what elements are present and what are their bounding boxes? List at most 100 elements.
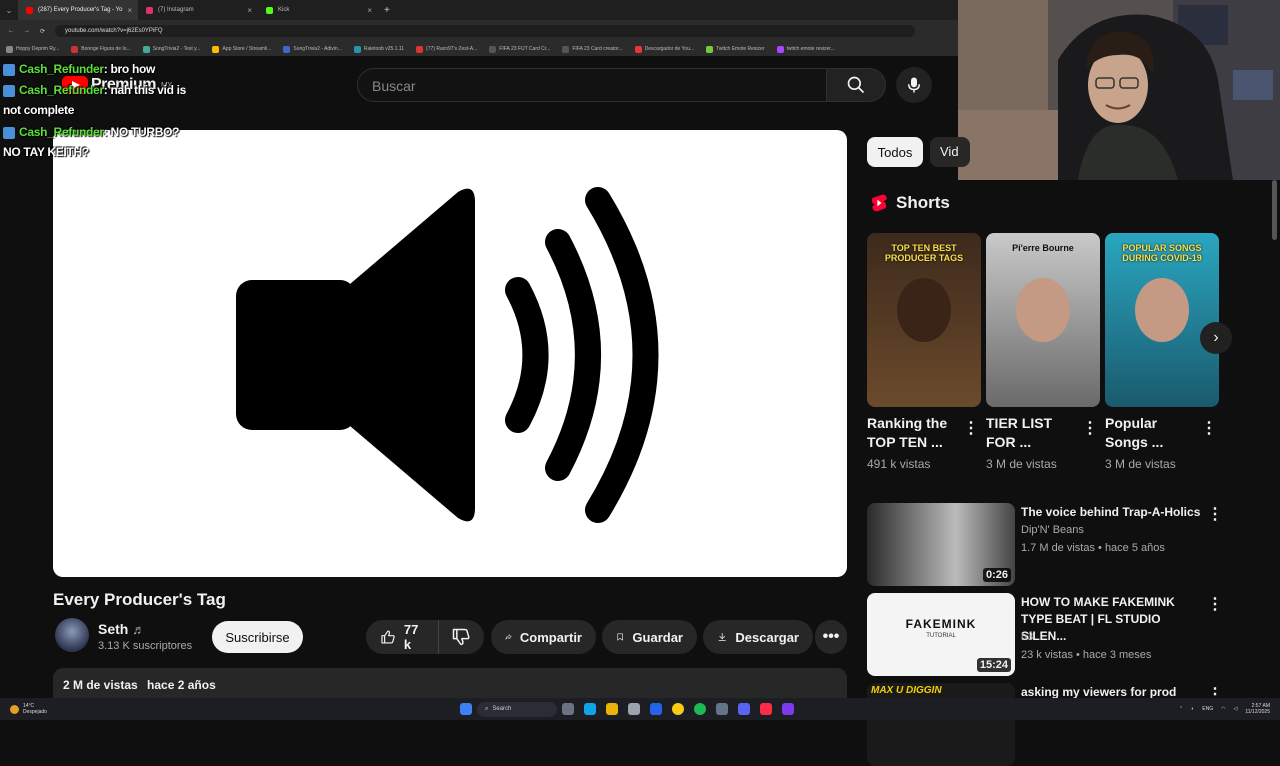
bookmark-item[interactable]: Twitch Emote Resizer	[706, 45, 765, 53]
download-icon	[718, 633, 726, 641]
channel-avatar[interactable]	[55, 618, 89, 652]
related-video-title[interactable]: The voice behind Trap-A-Holics	[1021, 504, 1201, 521]
windows-start-icon[interactable]	[460, 703, 472, 715]
bookmark-favicon-icon	[776, 45, 784, 53]
shorts-icon	[871, 194, 887, 212]
reload-icon[interactable]: ⟳	[40, 28, 45, 35]
short-title[interactable]: TIER LIST FOR ...	[986, 414, 1076, 452]
search-button[interactable]	[826, 68, 886, 102]
page-scrollbar[interactable]	[1272, 180, 1277, 240]
channel-name[interactable]: Seth ♬	[98, 621, 145, 637]
app-icon[interactable]	[782, 703, 794, 715]
volume-icon[interactable]: ◁	[1233, 706, 1237, 712]
url-field[interactable]: youtube.com/watch?v=j62Es0YPiFQ	[55, 25, 916, 37]
bookmark-label: SongTrivia2 - Adivin...	[293, 46, 342, 52]
back-icon[interactable]: ←	[8, 28, 14, 34]
view-count: 2 M de vistas	[63, 678, 138, 692]
video-player[interactable]	[53, 130, 847, 577]
bookmark-item[interactable]: FIFA 23 Card creator...	[562, 45, 623, 53]
calculator-icon[interactable]	[628, 703, 640, 715]
more-vertical-icon[interactable]: ⋮	[1201, 418, 1217, 438]
voice-search-button[interactable]	[896, 67, 932, 103]
bookmark-item[interactable]: SongTrivia2 - Test y...	[142, 45, 200, 53]
download-button[interactable]: Descargar	[703, 620, 813, 654]
video-thumbnail[interactable]: 0:26	[867, 503, 1015, 586]
bookmark-item[interactable]: (77) Razo97's Zest-A...	[416, 45, 477, 53]
bookmark-item[interactable]: Descargador de You...	[634, 45, 694, 53]
network-icon[interactable]: ◐	[1191, 706, 1194, 712]
more-vertical-icon[interactable]: ⋮	[1207, 594, 1223, 614]
short-thumbnail-face	[1135, 278, 1189, 342]
short-views: 3 M de vistas	[986, 457, 1057, 471]
share-button[interactable]: Compartir	[491, 620, 596, 654]
short-thumbnail-overlay-text: POPULAR SONGS DURING COVID-19	[1122, 243, 1202, 263]
new-tab-icon[interactable]: +	[384, 5, 390, 16]
short-thumbnail[interactable]: Pi'erre Bourne	[986, 233, 1100, 407]
more-actions-button[interactable]: •••	[815, 620, 847, 654]
file-explorer-icon[interactable]	[606, 703, 618, 715]
related-video-title[interactable]: HOW TO MAKE FAKEMINK TYPE BEAT | FL STUD…	[1021, 594, 1201, 645]
obs-icon[interactable]	[716, 703, 728, 715]
close-tab-icon[interactable]: ×	[247, 6, 252, 15]
more-vertical-icon[interactable]: ⋮	[963, 418, 979, 438]
close-tab-icon[interactable]: ×	[127, 6, 132, 15]
chevron-up-icon[interactable]: ⌃	[1179, 706, 1183, 712]
chip-todos[interactable]: Todos	[867, 137, 923, 167]
tab-menu-icon[interactable]: ⌄	[0, 6, 18, 15]
related-video-channel[interactable]: Dip'N' Beans	[1021, 522, 1084, 538]
bookmark-favicon-icon	[6, 45, 13, 53]
short-thumbnail[interactable]: TOP TEN BEST PRODUCER TAGS	[867, 233, 981, 407]
chat-message-continuation: not complete	[3, 103, 75, 117]
bookmark-label: Hoppy Deprim Ry...	[16, 46, 60, 52]
chip-videos[interactable]: Vid	[930, 137, 970, 167]
more-vertical-icon[interactable]: ⋮	[1082, 418, 1098, 438]
video-thumbnail[interactable]: MAX U DIGGIN	[867, 683, 1015, 766]
bookmark-item[interactable]: App Store / Streamli...	[212, 45, 271, 53]
related-video-channel[interactable]: h3	[1021, 629, 1033, 645]
short-thumbnail[interactable]: POPULAR SONGS DURING COVID-19	[1105, 233, 1219, 407]
short-title[interactable]: Ranking the TOP TEN ...	[867, 414, 957, 452]
bookmark-favicon-icon	[562, 45, 570, 53]
tab-label: (7) Instagram	[158, 7, 194, 13]
bookmark-item[interactable]: twitch emote resizer...	[776, 45, 835, 53]
tab-instagram[interactable]: (7) Instagram ×	[138, 0, 258, 20]
bookmark-item[interactable]: Hoppy Deprim Ry...	[6, 45, 60, 53]
download-label: Descargar	[735, 629, 799, 645]
thumbnail-subtext: TUTORIAL	[926, 633, 956, 639]
discord-icon[interactable]	[738, 703, 750, 715]
tab-youtube[interactable]: (287) Every Producer's Tag - Yo ×	[18, 0, 138, 20]
chat-message-continuation: NO TAY KEITH?	[3, 145, 89, 159]
dislike-button[interactable]	[438, 620, 484, 654]
forward-icon[interactable]: →	[24, 28, 30, 34]
video-thumbnail[interactable]: FAKEMINK TUTORIAL 15:24	[867, 593, 1015, 676]
clock-date: 11/12/2025	[1245, 709, 1270, 715]
shorts-heading-text: Shorts	[896, 193, 950, 212]
search-input[interactable]: Buscar	[357, 68, 827, 102]
short-title[interactable]: Popular Songs ...	[1105, 414, 1195, 452]
shorts-next-button[interactable]: ›	[1200, 322, 1232, 354]
like-button[interactable]: 77 k	[366, 620, 438, 654]
clock[interactable]: 2:57 AM 11/12/2025	[1245, 703, 1270, 715]
wifi-icon[interactable]: ◠	[1221, 706, 1225, 712]
bookmark-item[interactable]: Bonnge Figura de Io...	[71, 45, 131, 53]
save-button[interactable]: Guardar	[602, 620, 697, 654]
spotify-icon[interactable]	[694, 703, 706, 715]
weather-desc: Despejado	[23, 709, 47, 715]
tab-kick[interactable]: Kick ×	[258, 0, 378, 20]
weather-widget[interactable]: 14°C Despejado	[0, 703, 60, 715]
taskbar-search[interactable]: ⌕ Search	[477, 701, 557, 717]
task-view-icon[interactable]	[562, 703, 574, 715]
bookmark-favicon-icon	[489, 45, 497, 53]
chrome-icon[interactable]	[672, 703, 684, 715]
subscribe-button[interactable]: Suscribirse	[212, 621, 303, 653]
edge-icon[interactable]	[584, 703, 596, 715]
store-icon[interactable]	[650, 703, 662, 715]
more-vertical-icon[interactable]: ⋮	[1207, 504, 1223, 524]
bookmark-item[interactable]: Raletoob v25.1.11	[353, 45, 404, 53]
language-indicator[interactable]: ENG	[1202, 706, 1213, 712]
short-thumbnail-face	[897, 278, 951, 342]
bookmark-item[interactable]: SongTrivia2 - Adivin...	[283, 45, 342, 53]
close-tab-icon[interactable]: ×	[367, 6, 372, 15]
music-app-icon[interactable]	[760, 703, 772, 715]
bookmark-item[interactable]: FIFA 23 FUT Card Cr...	[489, 45, 550, 53]
